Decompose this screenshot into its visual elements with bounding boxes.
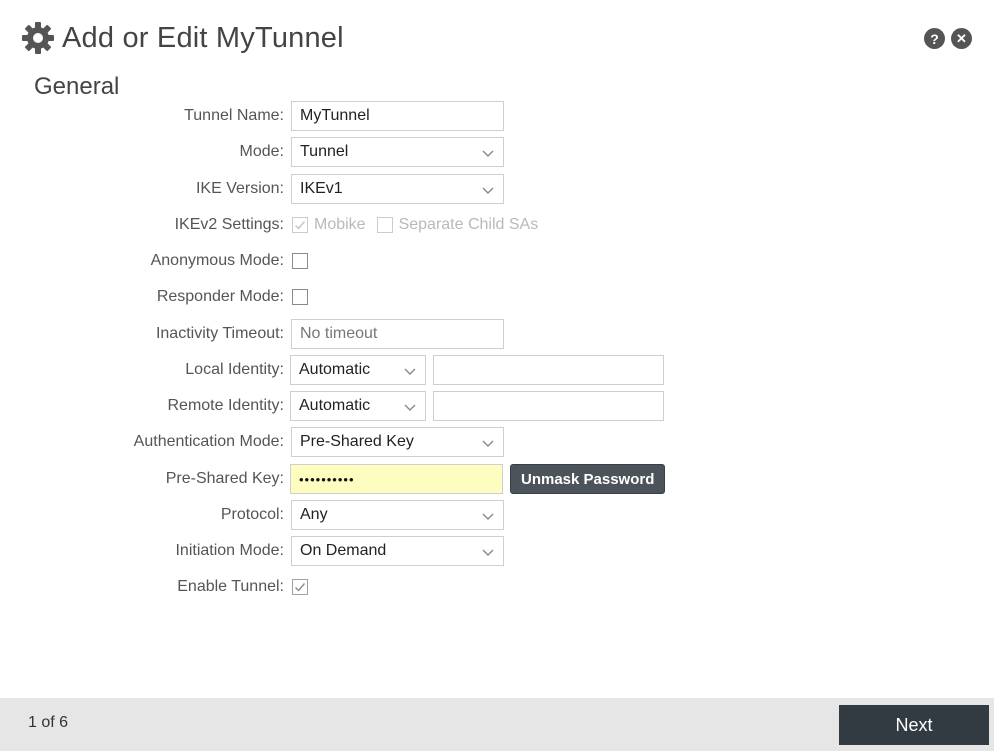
page-indicator: 1 of 6: [28, 714, 69, 731]
next-button[interactable]: Next: [839, 705, 989, 745]
row-enable-tunnel: Enable Tunnel:: [0, 572, 308, 602]
tunnel-name-value: MyTunnel: [300, 107, 370, 124]
ikev2-settings-label: IKEv2 Settings:: [174, 216, 284, 233]
separate-child-sas-checkbox[interactable]: [376, 217, 393, 233]
dialog-footer: 1 of 6 Next: [0, 698, 994, 751]
remote-identity-label: Remote Identity:: [167, 397, 285, 414]
initiation-mode-label: Initiation Mode:: [175, 542, 284, 559]
enable-tunnel-label: Enable Tunnel:: [177, 578, 284, 595]
ike-version-label: IKE Version:: [195, 180, 284, 197]
tunnel-name-input[interactable]: MyTunnel: [291, 101, 504, 131]
help-icon[interactable]: ?: [924, 28, 945, 49]
chevron-down-icon: [482, 513, 494, 520]
dialog-title: Add or Edit MyTunnel: [62, 21, 344, 54]
row-pre-shared-key: Pre-Shared Key: •••••••••• Unmask Passwo…: [0, 464, 666, 494]
remote-identity-value: Automatic: [299, 397, 371, 414]
initiation-mode-value: On Demand: [300, 542, 387, 559]
responder-mode-label: Responder Mode:: [156, 288, 284, 305]
check-icon: [295, 221, 306, 230]
row-mode: Mode: Tunnel: [0, 137, 504, 167]
mode-label: Mode:: [239, 143, 284, 160]
local-identity-input[interactable]: [433, 355, 664, 385]
mode-value: Tunnel: [300, 143, 349, 160]
tunnel-name-label: Tunnel Name:: [184, 107, 284, 124]
mobike-label: Mobike: [314, 216, 366, 233]
ike-version-select[interactable]: IKEv1: [291, 174, 504, 204]
section-title: General: [34, 73, 120, 100]
mode-select[interactable]: Tunnel: [291, 137, 504, 167]
inactivity-timeout-input[interactable]: No timeout: [291, 319, 504, 349]
header-actions: ? ✕: [924, 28, 972, 49]
enable-tunnel-checkbox[interactable]: [292, 579, 308, 595]
row-local-identity: Local Identity: Automatic: [0, 355, 664, 385]
local-identity-select[interactable]: Automatic: [290, 355, 426, 385]
row-inactivity-timeout: Inactivity Timeout: No timeout: [0, 319, 504, 349]
responder-mode-checkbox[interactable]: [292, 289, 308, 305]
inactivity-timeout-label: Inactivity Timeout:: [155, 325, 284, 342]
dialog-header: Add or Edit MyTunnel: [20, 18, 344, 58]
anonymous-mode-checkbox[interactable]: [292, 253, 308, 269]
inactivity-timeout-placeholder: No timeout: [300, 325, 378, 342]
initiation-mode-select[interactable]: On Demand: [291, 536, 504, 566]
chevron-down-icon: [482, 187, 494, 194]
local-identity-label: Local Identity:: [185, 361, 284, 378]
unmask-password-button[interactable]: Unmask Password: [510, 464, 666, 494]
close-icon[interactable]: ✕: [951, 28, 972, 49]
protocol-select[interactable]: Any: [291, 500, 504, 530]
row-tunnel-name: Tunnel Name: MyTunnel: [0, 101, 504, 131]
protocol-value: Any: [300, 506, 328, 523]
row-remote-identity: Remote Identity: Automatic: [0, 391, 664, 421]
row-ikev2-settings: IKEv2 Settings: Mobike Separate Child SA…: [0, 210, 548, 240]
pre-shared-key-input[interactable]: ••••••••••: [290, 464, 503, 494]
authentication-mode-value: Pre-Shared Key: [300, 433, 414, 450]
remote-identity-input[interactable]: [433, 391, 664, 421]
anonymous-mode-label: Anonymous Mode:: [150, 252, 284, 269]
row-authentication-mode: Authentication Mode: Pre-Shared Key: [0, 427, 504, 457]
pre-shared-key-label: Pre-Shared Key:: [165, 470, 284, 487]
remote-identity-select[interactable]: Automatic: [290, 391, 426, 421]
authentication-mode-select[interactable]: Pre-Shared Key: [291, 427, 504, 457]
mobike-checkbox[interactable]: [292, 217, 308, 233]
chevron-down-icon: [482, 150, 494, 157]
gear-icon: [22, 22, 54, 54]
chevron-down-icon: [482, 440, 494, 447]
chevron-down-icon: [404, 368, 416, 375]
row-anonymous-mode: Anonymous Mode:: [0, 246, 308, 276]
chevron-down-icon: [482, 549, 494, 556]
row-ike-version: IKE Version: IKEv1: [0, 174, 504, 204]
protocol-label: Protocol:: [220, 506, 284, 523]
check-icon: [295, 583, 306, 592]
ike-version-value: IKEv1: [300, 180, 343, 197]
row-protocol: Protocol: Any: [0, 500, 504, 530]
authentication-mode-label: Authentication Mode:: [133, 433, 284, 450]
row-responder-mode: Responder Mode:: [0, 282, 308, 312]
pre-shared-key-value: ••••••••••: [299, 471, 355, 487]
chevron-down-icon: [404, 404, 416, 411]
row-initiation-mode: Initiation Mode: On Demand: [0, 536, 504, 566]
separate-child-sas-label: Separate Child SAs: [398, 216, 539, 233]
local-identity-value: Automatic: [299, 361, 371, 378]
